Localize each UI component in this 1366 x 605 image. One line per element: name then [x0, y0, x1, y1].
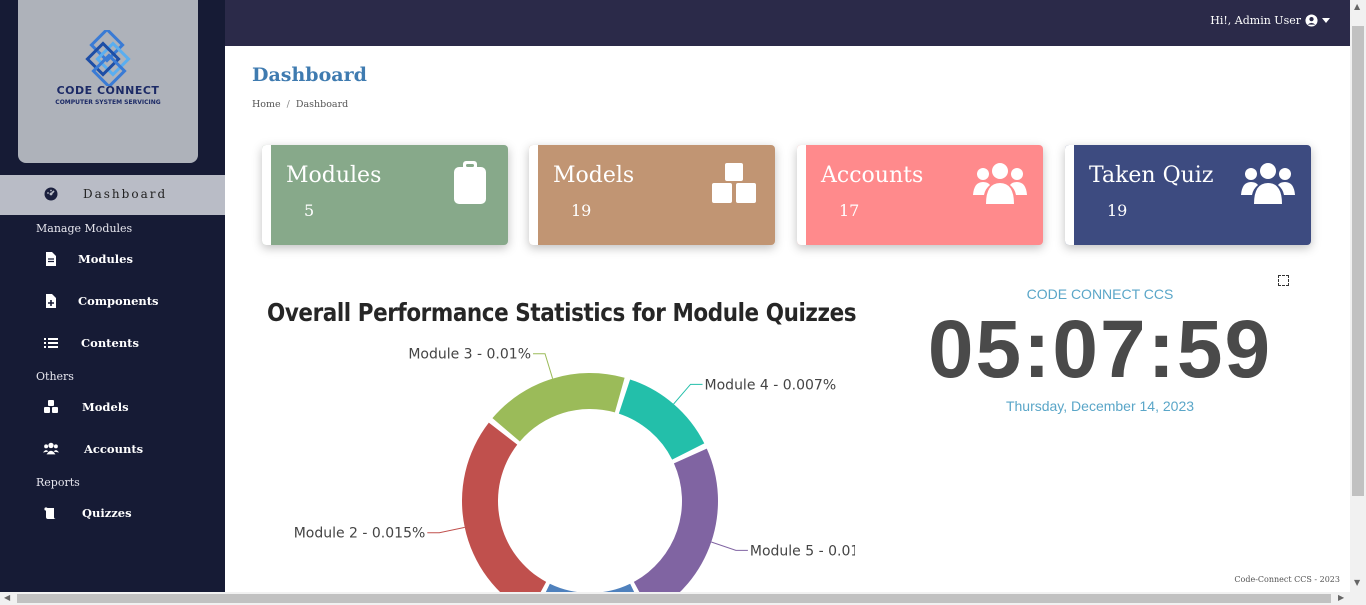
- clock-time: 05:07:59: [927, 304, 1273, 395]
- scroll-down-icon[interactable]: ▼: [1354, 578, 1360, 587]
- card-models[interactable]: Models 19: [529, 145, 775, 245]
- brand-name: CODE CONNECT: [56, 84, 160, 97]
- list-icon: [44, 338, 58, 348]
- vertical-scrollbar[interactable]: ▲ ▼: [1350, 0, 1366, 592]
- card-value: 5: [304, 201, 315, 220]
- breadcrumb: Home / Dashboard: [252, 99, 349, 110]
- card-value: 19: [571, 201, 592, 220]
- card-taken-quiz[interactable]: Taken Quiz 19: [1065, 145, 1311, 245]
- label-connector: [533, 353, 554, 379]
- clock-widget: CODE CONNECT CCS 05:07:59 Thursday, Dece…: [915, 281, 1285, 414]
- section-others: Others: [36, 370, 74, 383]
- card-title: Models: [553, 163, 635, 188]
- card-title: Modules: [286, 163, 382, 188]
- scroll-icon: [44, 507, 56, 519]
- horizontal-scroll-thumb[interactable]: [17, 594, 1331, 603]
- sidebar-item-models[interactable]: Models: [0, 392, 225, 422]
- dashboard-icon: [44, 187, 58, 201]
- users-icon: [43, 442, 59, 455]
- clock-date: Thursday, December 14, 2023: [1005, 398, 1195, 414]
- donut-chart: Module 2 - 0.015% Module 3 - 0.01% Module …: [294, 347, 881, 605]
- slice-label: Module 3 - 0.01%: [408, 347, 531, 363]
- sidebar-item-label: Models: [82, 400, 129, 414]
- sidebar-item-label: Contents: [81, 336, 139, 350]
- card-value: 17: [839, 201, 860, 220]
- sidebar-item-components[interactable]: Components: [0, 286, 225, 316]
- sidebar-item-accounts[interactable]: Accounts: [0, 434, 225, 464]
- breadcrumb-current: Dashboard: [295, 99, 349, 110]
- sidebar-item-dashboard[interactable]: Dashboard: [0, 175, 225, 215]
- users-icon: [973, 163, 1027, 204]
- card-value: 19: [1107, 201, 1128, 220]
- vertical-scroll-thumb[interactable]: [1352, 26, 1364, 496]
- slice-label: Module 4 - 0.007%: [705, 377, 837, 393]
- donut-slice-3[interactable]: [492, 373, 625, 442]
- logo[interactable]: CODE CONNECT COMPUTER SYSTEM SERVICING: [18, 0, 198, 163]
- app-root: CODE CONNECT COMPUTER SYSTEM SERVICING D…: [0, 0, 1366, 605]
- users-icon: [1241, 163, 1295, 204]
- card-modules[interactable]: Modules 5: [262, 145, 508, 245]
- clock-label: CODE CONNECT CCS: [1026, 286, 1174, 302]
- donut-slice-5[interactable]: [633, 448, 718, 605]
- donut-slice-2[interactable]: [462, 422, 547, 605]
- sidebar-item-label: Quizzes: [82, 506, 132, 520]
- page-title: Dashboard: [252, 64, 367, 86]
- code-connect-logo-icon: [85, 30, 131, 86]
- sidebar-item-label: Accounts: [84, 442, 144, 456]
- fullscreen-icon[interactable]: [1278, 275, 1289, 286]
- scroll-left-icon[interactable]: ◀: [4, 593, 10, 602]
- sidebar-item-quizzes[interactable]: Quizzes: [0, 498, 225, 528]
- label-connector: [427, 526, 465, 534]
- donut-slice-4[interactable]: [618, 379, 705, 460]
- file-add-icon: [46, 294, 56, 308]
- sidebar-item-label: Modules: [78, 252, 133, 266]
- file-icon: [46, 252, 56, 266]
- label-connector: [673, 383, 703, 405]
- section-reports: Reports: [36, 476, 80, 489]
- sidebar-item-modules[interactable]: Modules: [0, 244, 225, 274]
- sidebar: CODE CONNECT COMPUTER SYSTEM SERVICING D…: [0, 0, 225, 592]
- main-content: Dashboard Home / Dashboard Modules 5 Model…: [225, 46, 1350, 605]
- user-circle-icon: [1305, 14, 1318, 27]
- slice-label: Module 2 - 0.015%: [294, 526, 426, 542]
- user-greeting: Hi!, Admin User: [1210, 14, 1301, 27]
- chart-title: Overall Performance Statistics for Modul…: [267, 298, 857, 327]
- topbar: Hi!, Admin User: [225, 0, 1350, 46]
- sidebar-item-label: Dashboard: [83, 187, 168, 201]
- performance-chart: Overall Performance Statistics for Modul…: [255, 286, 881, 605]
- section-manage-modules: Manage Modules: [36, 222, 133, 235]
- label-connector: [711, 541, 748, 551]
- breadcrumb-home-link[interactable]: Home: [252, 99, 281, 110]
- user-menu-dropdown[interactable]: Hi!, Admin User: [1210, 14, 1330, 27]
- scroll-up-icon[interactable]: ▲: [1354, 2, 1360, 11]
- card-title: Accounts: [821, 163, 924, 188]
- sidebar-item-contents[interactable]: Contents: [0, 328, 225, 358]
- brand-tagline: COMPUTER SYSTEM SERVICING: [55, 99, 161, 106]
- card-accounts[interactable]: Accounts 17: [797, 145, 1043, 245]
- caret-down-icon: [1322, 17, 1330, 23]
- cubes-icon: [710, 161, 758, 205]
- sidebar-item-label: Components: [78, 294, 159, 308]
- cubes-icon: [44, 400, 58, 413]
- card-title: Taken Quiz: [1089, 163, 1214, 188]
- slice-label: Module 5 - 0.013%: [750, 543, 855, 559]
- horizontal-scrollbar[interactable]: ◀ ▶: [0, 592, 1366, 605]
- clipboard-icon: [454, 161, 486, 204]
- footer-text: Code-Connect CCS - 2023: [1234, 575, 1340, 584]
- scroll-right-icon[interactable]: ▶: [1338, 593, 1344, 602]
